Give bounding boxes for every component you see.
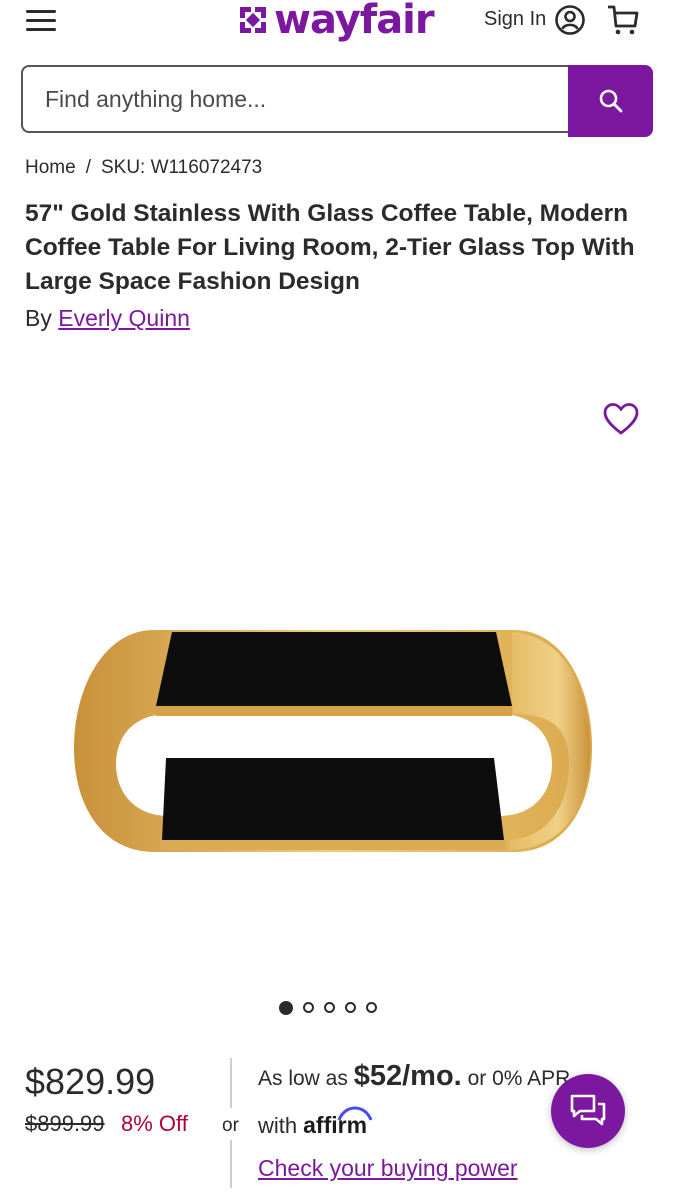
brand-prefix: By [25,305,52,331]
chat-icon [570,1094,606,1126]
divider [230,1140,232,1188]
or-label: or [220,1115,241,1137]
affirm-with: with [258,1112,298,1138]
was-price: $899.99 [25,1111,105,1136]
current-price: $829.99 [25,1061,156,1102]
affirm-logo: affirm [303,1106,373,1139]
gallery-dot[interactable] [303,1002,314,1013]
affirm-with-line: with affirm [258,1106,373,1139]
breadcrumb: Home / SKU: W116072473 [25,157,262,179]
search-bar [21,65,653,137]
breadcrumb-separator: / [85,157,91,178]
menu-icon[interactable] [24,8,58,34]
search-input[interactable] [21,65,569,133]
check-buying-power-link[interactable]: Check your buying power [258,1155,518,1182]
breadcrumb-sku: SKU: W116072473 [100,157,263,178]
heart-icon[interactable] [603,402,639,436]
cart-icon[interactable] [606,4,640,36]
product-image[interactable] [64,618,604,868]
breadcrumb-home[interactable]: Home [25,157,76,178]
sign-in-link[interactable]: Sign In [484,8,546,31]
gallery-pagination [279,1001,377,1015]
gallery-dot[interactable] [345,1002,356,1013]
logo-text: wayfair [274,0,435,43]
wayfair-pinwheel-icon [240,7,266,33]
affirm-offer: As low as $52/mo. or 0% APR [258,1060,570,1093]
gallery-dot[interactable] [366,1002,377,1013]
wayfair-logo[interactable]: wayfair [236,0,435,43]
search-button[interactable] [568,65,653,137]
header: wayfair Sign In [0,0,674,48]
account-icon[interactable] [554,4,586,36]
affirm-prefix: As low as [258,1067,348,1090]
divider [230,1058,232,1108]
chat-button[interactable] [551,1074,625,1148]
affirm-arc-icon [337,1106,373,1121]
discount-badge: 8% Off [121,1111,188,1136]
affirm-suffix: or 0% APR [467,1067,571,1090]
search-icon [599,89,622,113]
brand-line: By Everly Quinn [25,305,190,332]
gallery-dot[interactable] [279,1001,293,1015]
affirm-monthly-amount: $52/mo. [353,1060,462,1092]
product-title: 57" Gold Stainless With Glass Coffee Tab… [25,200,635,295]
gallery-dot[interactable] [324,1002,335,1013]
brand-link[interactable]: Everly Quinn [58,305,190,331]
